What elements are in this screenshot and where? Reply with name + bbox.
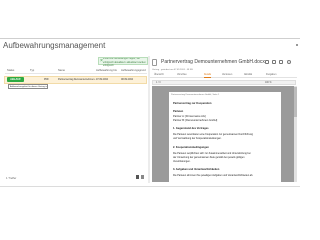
- tab-activity[interactable]: Aktivität: [244, 73, 252, 77]
- document-icon: [152, 59, 157, 66]
- pagination-controls: [136, 175, 146, 180]
- document-meta: Vertrag · geändert am 07.09.2024 · 48 KB: [152, 69, 193, 71]
- file-type-cell: PDF: [44, 78, 49, 81]
- pdf-text-line: der Umsetzung der gemeinsamen Ziele gemä…: [173, 156, 245, 159]
- pdf-text-line: Partner A: [Firmenname AG]: [173, 115, 206, 118]
- header-divider: [5, 73, 147, 74]
- pdf-text-line: Partner B: [Demounternehmen GmbH]: [173, 119, 218, 122]
- pdf-heading: Partnervertrag zur Kooperation: [173, 102, 212, 105]
- file-name-cell: Partnervertrag Demounternehmen...: [58, 78, 97, 81]
- pdf-scrollbar-thumb[interactable]: [294, 87, 297, 117]
- retention-date-cell: 07.09.2034: [96, 78, 108, 81]
- pdf-text-line: Die Parteien vereinbaren eine Kooperatio…: [173, 133, 254, 136]
- document-title: Partnervertrag Demounternehmen GmbH.docx: [161, 59, 265, 65]
- pdf-text-line: Die Parteien stimmen ihre jeweiligen Auf…: [173, 174, 254, 177]
- column-header-status[interactable]: Status: [7, 69, 14, 72]
- document-tabs: Übersicht Vorschau Details Versionen Akt…: [150, 73, 297, 78]
- pdf-section-heading: 1. Gegenstand des Vertrages: [173, 127, 209, 130]
- pdf-text-line: Vereinbarungen.: [173, 160, 191, 163]
- column-header-retention-until[interactable]: Aufbewahrung bis: [96, 69, 117, 72]
- column-header-name[interactable]: Name: [58, 69, 65, 72]
- pdf-page-header: Partnervertrag Demounternehmen GmbH, Sei…: [171, 94, 220, 96]
- result-count: 1 Treffer: [6, 176, 17, 180]
- more-options-icon[interactable]: [296, 44, 298, 46]
- previous-page-icon[interactable]: [136, 175, 139, 179]
- pdf-section-heading: 3. Aufgaben und Verantwortlichkeiten: [173, 168, 220, 171]
- close-icon[interactable]: [287, 60, 291, 64]
- retention-reason-cell: 08.09.2034: [121, 78, 133, 81]
- page-indicator: 1 / 3: [156, 82, 161, 84]
- success-alert: × Inhalt bzw. Einstellungen Tagen, Sie e…: [98, 57, 148, 67]
- pdf-section-heading: 2. Kooperationsbedingungen: [173, 146, 209, 149]
- pdf-text-line: Die Parteien verpflichten sich zur Zusam…: [173, 152, 251, 155]
- document-actions: [265, 60, 295, 65]
- tab-overview[interactable]: Übersicht: [154, 73, 164, 77]
- column-header-retention-reason[interactable]: Aufbewahrungsgrund: [121, 69, 146, 72]
- frame-divider: [0, 38, 300, 39]
- status-tooltip: Aufbewahrungsfrist für diesen Vertrag is…: [8, 84, 48, 89]
- pdf-toolbar: 1 / 3 100 %: [152, 80, 296, 85]
- zoom-level[interactable]: 100 %: [265, 81, 272, 85]
- open-icon[interactable]: [279, 60, 283, 64]
- page-title: Aufbewahrungsmanagement: [3, 41, 106, 50]
- tab-versions[interactable]: Versionen: [222, 73, 232, 77]
- next-page-icon[interactable]: [141, 175, 144, 179]
- tab-details[interactable]: Details: [204, 73, 212, 78]
- pdf-section-heading: Parteien: [173, 110, 184, 113]
- tab-shares[interactable]: Freigaben: [266, 73, 276, 77]
- share-icon[interactable]: [272, 60, 276, 64]
- status-badge: ABLAUF: [7, 77, 24, 82]
- footer-divider: [0, 186, 300, 187]
- tab-preview[interactable]: Vorschau: [177, 73, 187, 77]
- column-header-type[interactable]: Typ: [30, 69, 34, 72]
- pdf-text-line: und Vermarktung der Kooperationsleistung…: [173, 137, 222, 140]
- download-icon[interactable]: [265, 60, 269, 64]
